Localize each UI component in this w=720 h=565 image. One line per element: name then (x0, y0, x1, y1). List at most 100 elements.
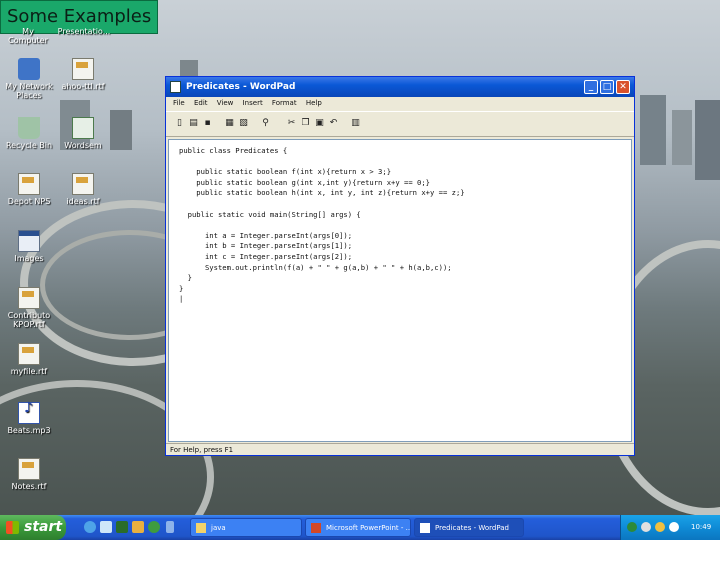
background-building (640, 95, 666, 165)
wordpad-icon (420, 523, 430, 533)
code-text: public class Predicates { public static … (179, 146, 465, 305)
wordpad-app-icon (170, 81, 181, 93)
desktop-icon-label: ideas.rtf (66, 197, 100, 206)
network-places-icon (18, 58, 40, 80)
windows-logo-icon (6, 521, 19, 534)
menu-file[interactable]: File (173, 99, 185, 107)
save-icon[interactable]: ▪ (202, 118, 213, 129)
menu-format[interactable]: Format (272, 99, 297, 107)
start-button[interactable]: start (0, 515, 66, 540)
desktop-icon-label: myfile.rtf (10, 367, 48, 376)
background-building (695, 100, 720, 180)
menu-view[interactable]: View (217, 99, 234, 107)
maximize-icon: □ (602, 82, 612, 92)
copy-icon[interactable]: ❐ (300, 118, 311, 129)
desktop-icon-label: ahoo-ttl.rtf (61, 82, 105, 91)
folder-icon (196, 523, 206, 533)
quick-launch-icon[interactable] (132, 521, 144, 533)
code-line: public static boolean h(int x, int y, in… (179, 188, 465, 198)
desktop-label-top: My Computer (8, 27, 48, 45)
desktop-icon-recycle-bin[interactable]: Recycle Bin (0, 117, 58, 150)
desktop-icon-label: Images (14, 254, 44, 263)
close-button[interactable]: ✕ (616, 80, 630, 94)
task-wordpad[interactable]: Predicates - WordPad (414, 518, 524, 537)
desktop-icon-images[interactable]: Images (0, 230, 58, 263)
task-label: Predicates - WordPad (435, 524, 509, 532)
code-line: System.out.println(f(a) + " " + g(a,b) +… (179, 262, 452, 272)
code-line: } (179, 273, 192, 283)
open-icon[interactable]: ▤ (188, 118, 199, 129)
recycle-bin-icon (18, 117, 40, 139)
desktop-icon-file[interactable]: Notes.rtf (0, 458, 58, 491)
paste-icon[interactable]: ▣ (314, 118, 325, 129)
code-line: int c = Integer.parseInt(args[2]); (179, 251, 353, 261)
code-line: public static boolean f(int x){return x … (179, 167, 392, 177)
clock: 10:49 PM (691, 523, 712, 556)
desktop-icon-label: Depot NPS (7, 197, 51, 206)
desktop-icon-file[interactable]: ideas.rtf (54, 173, 112, 206)
new-icon[interactable]: ▯ (174, 118, 185, 129)
document-icon (72, 173, 94, 195)
insert-datetime-icon[interactable]: ▥ (350, 118, 361, 129)
desktop-icon-label: Beats.mp3 (7, 426, 51, 435)
code-line: int b = Integer.parseInt(args[1]); (179, 241, 353, 251)
desktop-icon-file[interactable]: ahoo-ttl.rtf (54, 58, 112, 91)
desktop-icon-spreadsheet[interactable]: Wordsem (54, 117, 112, 150)
tray-network-icon[interactable] (627, 522, 637, 532)
code-line: public static void main(String[] args) { (179, 209, 361, 219)
show-desktop-icon[interactable] (100, 521, 112, 533)
desktop-icon-network[interactable]: My Network Places (0, 58, 58, 100)
document-icon (72, 58, 94, 80)
spreadsheet-icon (72, 117, 94, 139)
code-line: public class Predicates { (179, 146, 288, 155)
undo-icon[interactable]: ↶ (328, 118, 339, 129)
task-label: Microsoft PowerPoint - ... (326, 524, 411, 532)
desktop-label-top: Presentatio... (57, 27, 111, 36)
desktop-icon-file[interactable]: myfile.rtf (0, 343, 58, 376)
tray-security-icon[interactable] (655, 522, 665, 532)
menu-bar: File Edit View Insert Format Help (166, 97, 634, 110)
background-building (110, 110, 132, 150)
maximize-button[interactable]: □ (600, 80, 614, 94)
desktop-icon-file[interactable]: Contributo KPOP.rtf (0, 287, 58, 329)
find-icon[interactable]: ⚲ (260, 118, 271, 129)
task-label: java (211, 524, 226, 532)
folder-window-icon (18, 230, 40, 252)
music-file-icon (18, 402, 40, 424)
background-building (672, 110, 692, 165)
minimize-button[interactable]: _ (584, 80, 598, 94)
code-line: int a = Integer.parseInt(args[0]); (179, 230, 353, 240)
print-icon[interactable]: ▦ (224, 118, 235, 129)
task-java[interactable]: java (190, 518, 302, 537)
task-powerpoint[interactable]: Microsoft PowerPoint - ... (305, 518, 411, 537)
document-editor[interactable]: public class Predicates { public static … (168, 139, 632, 442)
code-line: } (179, 283, 184, 293)
document-icon (18, 458, 40, 480)
menu-help[interactable]: Help (306, 99, 322, 107)
system-tray: 10:49 PM (620, 515, 720, 556)
desktop-icon-label: Recycle Bin (5, 141, 53, 150)
internet-explorer-icon[interactable] (84, 521, 96, 533)
window-titlebar[interactable]: Predicates - WordPad _ □ ✕ (166, 77, 634, 97)
tray-volume-icon[interactable] (641, 522, 651, 532)
print-preview-icon[interactable]: ▧ (238, 118, 249, 129)
desktop-icon-shortcut[interactable]: Depot NPS (0, 173, 58, 206)
cut-icon[interactable]: ✂ (286, 118, 297, 129)
code-line: | (179, 294, 184, 304)
menu-insert[interactable]: Insert (243, 99, 263, 107)
close-icon: ✕ (619, 82, 627, 92)
menu-edit[interactable]: Edit (194, 99, 208, 107)
status-bar: For Help, press F1 (166, 443, 634, 455)
window-title: Predicates - WordPad (186, 82, 296, 92)
code-line: public static boolean g(int x,int y){ret… (179, 177, 430, 187)
desktop-icon-music[interactable]: Beats.mp3 (0, 402, 58, 435)
quick-launch-expand-icon[interactable] (166, 521, 174, 533)
media-player-icon[interactable] (116, 521, 128, 533)
desktop-icon-label: Contributo KPOP.rtf (7, 311, 51, 329)
taskbar: start java Microsoft PowerPoint - ... Pr… (0, 515, 720, 556)
wordpad-window[interactable]: Predicates - WordPad _ □ ✕ File Edit Vie… (165, 76, 635, 456)
messenger-icon[interactable] (148, 521, 160, 533)
tray-app-icon[interactable] (669, 522, 679, 532)
